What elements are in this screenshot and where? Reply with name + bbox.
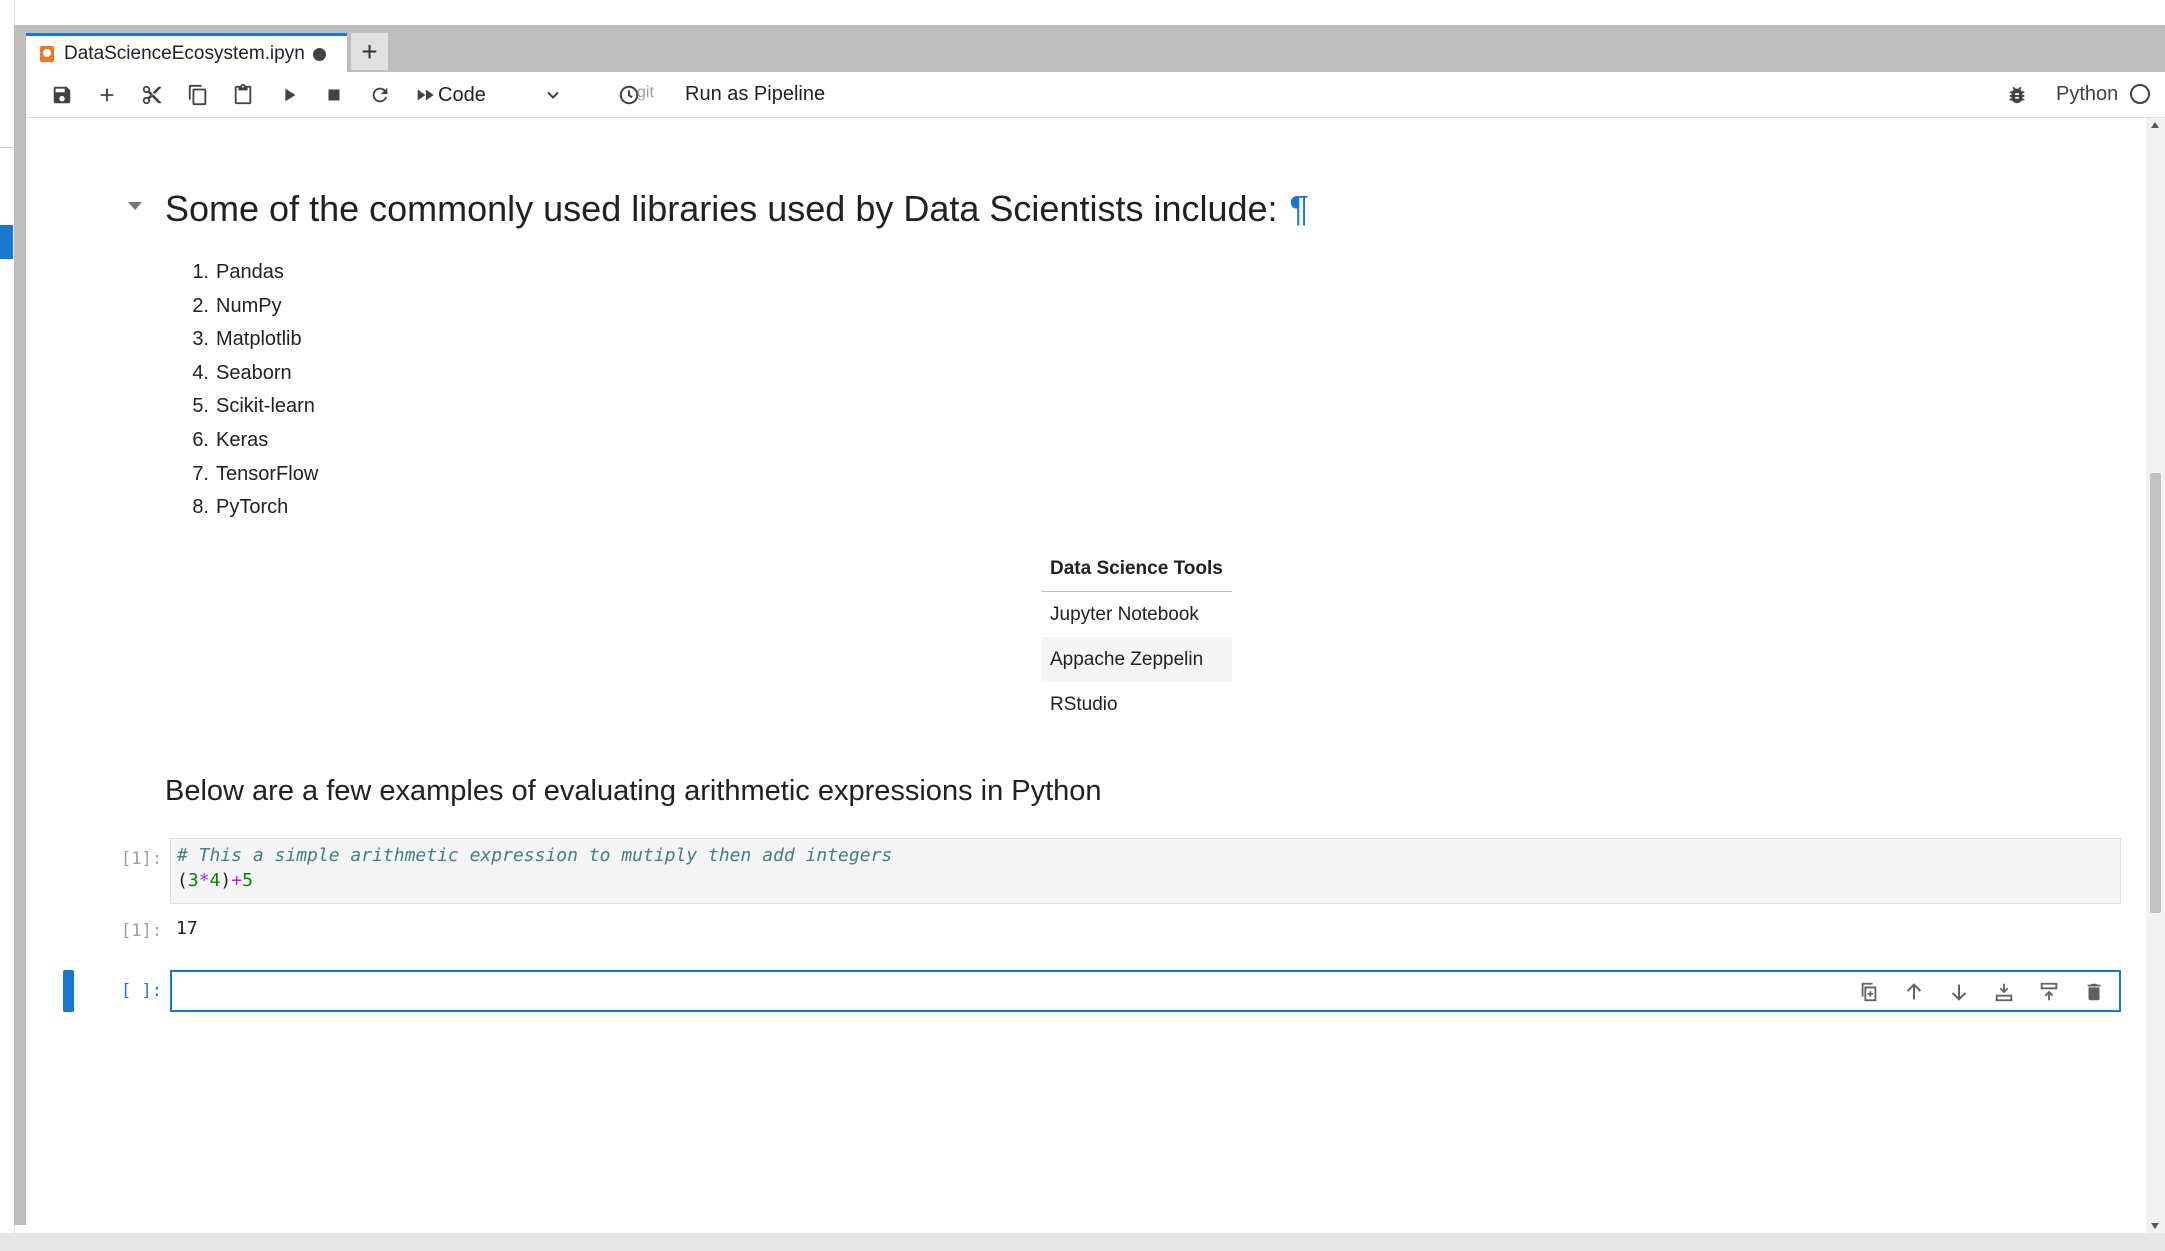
notebook-toolbar: Code git Run as Pipeline Python [26, 72, 2165, 118]
cell-type-select[interactable]: Code [438, 79, 563, 111]
list-item: 7. TensorFlow [192, 462, 319, 485]
git-label[interactable]: git [637, 84, 654, 102]
tab-title: DataScienceEcosystem.ipyn [64, 43, 305, 64]
app-frame: DataScienceEcosystem.ipyn + Code git Run… [14, 25, 2165, 1233]
list-item: 4. Seaborn [192, 361, 292, 384]
run-icon[interactable] [274, 80, 304, 110]
list-item: 6. Keras [192, 428, 269, 451]
delete-cell-icon[interactable] [2079, 978, 2109, 1006]
unsaved-dot-icon[interactable] [312, 47, 326, 61]
rail-divider [0, 147, 14, 148]
notebook-content[interactable]: Some of the commonly used libraries used… [26, 118, 2146, 1233]
new-tab-button[interactable]: + [351, 33, 388, 70]
libraries-list: 1. Pandas 2. NumPy 3. Matplotlib 4. Seaborn … [184, 256, 318, 525]
save-icon[interactable] [47, 80, 77, 110]
cell-toolbar [1854, 978, 2109, 1006]
active-cell-marker[interactable] [63, 970, 74, 1012]
output-prompt: [1]: [121, 921, 162, 941]
kernel-status-icon [2130, 84, 2150, 104]
stop-icon[interactable] [319, 80, 349, 110]
restart-icon[interactable] [365, 80, 395, 110]
copy-icon[interactable] [183, 80, 213, 110]
vertical-scrollbar[interactable] [2146, 118, 2165, 1233]
list-item: 2. NumPy [192, 294, 282, 317]
cut-icon[interactable] [137, 80, 167, 110]
tab-notebook[interactable]: DataScienceEcosystem.ipyn [26, 33, 347, 72]
code-comment: # This a simple arithmetic expression to… [177, 845, 893, 866]
insert-below-icon[interactable] [1989, 978, 2019, 1006]
table-cell: Appache Zeppelin [1041, 637, 1232, 682]
move-down-icon[interactable] [1944, 978, 1974, 1006]
status-strip [0, 1233, 2165, 1251]
move-up-icon[interactable] [1899, 978, 1929, 1006]
fast-forward-icon[interactable] [410, 80, 440, 110]
left-activity-rail [0, 0, 15, 1251]
list-item: 8. PyTorch [192, 496, 289, 519]
output-value: 17 [176, 918, 198, 939]
input-prompt: [1]: [121, 849, 162, 869]
scrollbar-thumb[interactable] [2150, 473, 2161, 913]
empty-cell-prompt: [ ]: [121, 981, 162, 1001]
collapse-heading-icon[interactable] [128, 202, 142, 210]
anchor-link[interactable]: ¶ [1290, 188, 1309, 229]
scroll-up-icon[interactable] [2151, 122, 2159, 128]
libraries-heading: Some of the commonly used libraries used… [165, 188, 1309, 230]
paste-icon[interactable] [228, 80, 258, 110]
table-cell: RStudio [1050, 693, 1118, 715]
data-science-tools-table: Data Science Tools Jupyter Notebook Appa… [1041, 547, 1232, 727]
tab-bar: DataScienceEcosystem.ipyn + [26, 25, 2165, 72]
arithmetic-heading: Below are a few examples of evaluating a… [165, 775, 1102, 807]
bug-icon[interactable] [2002, 80, 2032, 110]
run-as-pipeline-button[interactable]: Run as Pipeline [685, 83, 825, 106]
notebook-panel: DataScienceEcosystem.ipyn + Code git Run… [26, 25, 2165, 1233]
table-header: Data Science Tools [1041, 547, 1232, 592]
list-item: 1. Pandas [192, 261, 284, 283]
scroll-down-icon[interactable] [2151, 1223, 2159, 1229]
insert-above-icon[interactable] [2034, 978, 2064, 1006]
add-icon[interactable] [92, 80, 122, 110]
code-expression: (3*4)+5 [177, 870, 253, 891]
chevron-down-icon [547, 91, 559, 99]
code-cell-editor[interactable]: # This a simple arithmetic expression to… [170, 838, 2121, 904]
list-item: 5. Scikit-learn [192, 395, 315, 418]
list-item: 3. Matplotlib [192, 328, 302, 351]
rail-active-marker[interactable] [0, 225, 13, 259]
empty-code-cell[interactable] [170, 970, 2121, 1012]
duplicate-cell-icon[interactable] [1854, 978, 1884, 1006]
libraries-heading-text: Some of the commonly used libraries used… [165, 188, 1278, 229]
table-cell: Jupyter Notebook [1050, 603, 1199, 625]
kernel-name[interactable]: Python [2056, 83, 2118, 106]
notebook-icon [40, 46, 54, 62]
cell-type-value: Code [438, 83, 486, 106]
